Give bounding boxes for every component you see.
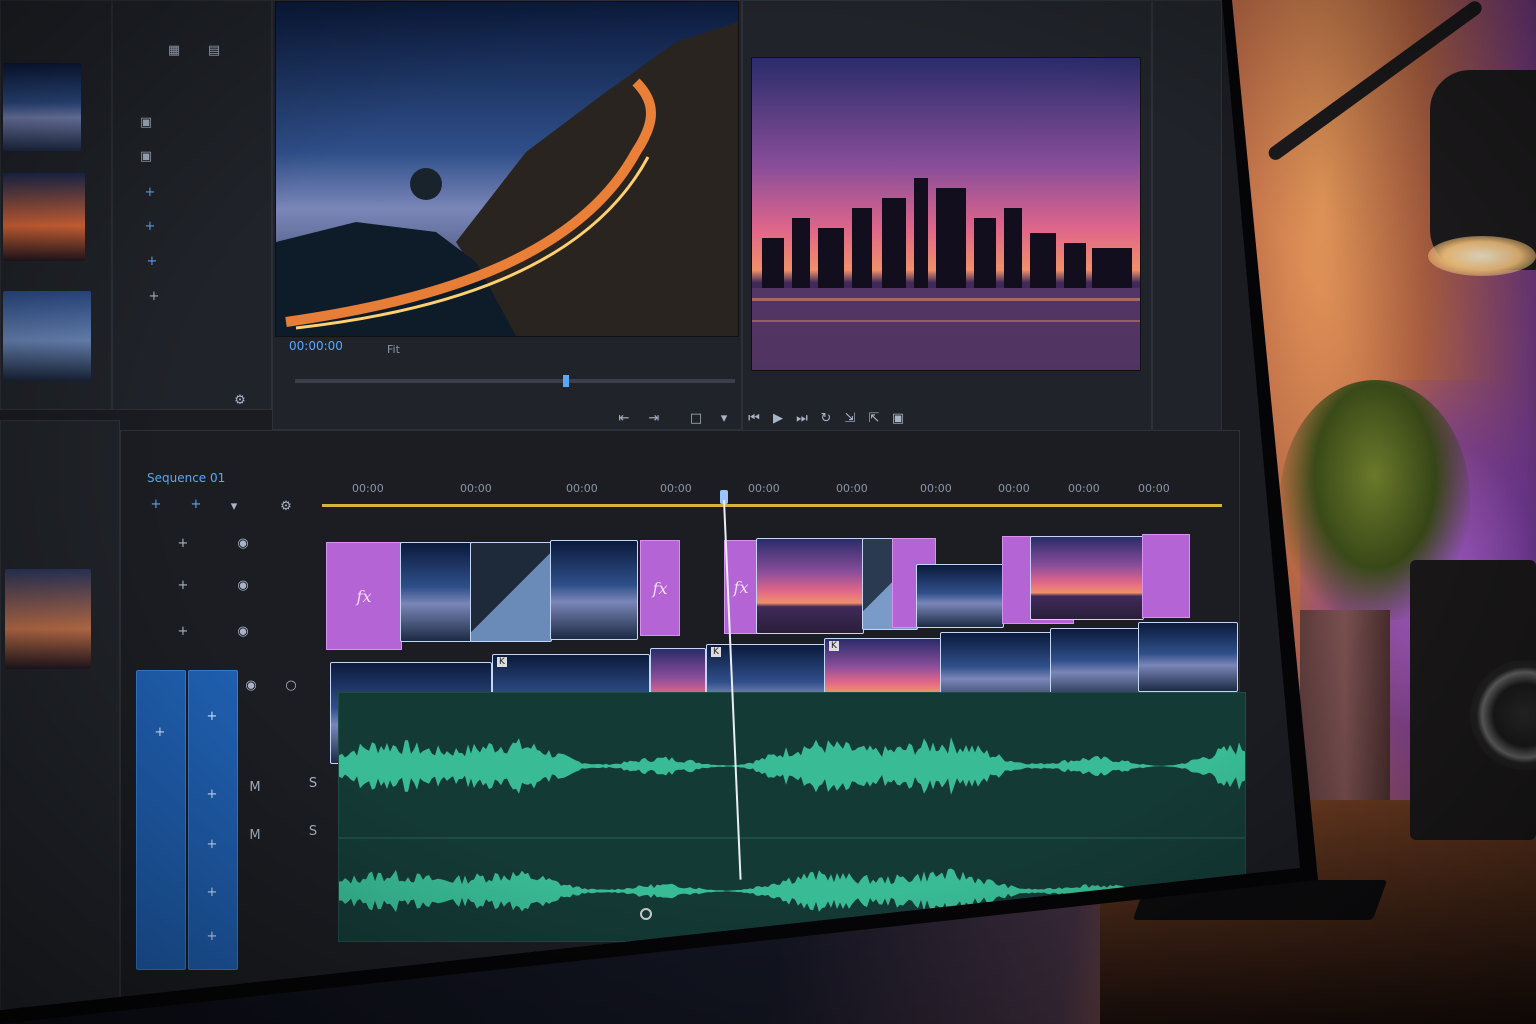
sequence-tab[interactable]: Sequence 01	[147, 471, 225, 485]
media-bin-panel	[0, 0, 112, 410]
ruler-tick: 00:00	[660, 482, 692, 495]
export-frame-icon[interactable]: ▣	[887, 409, 909, 429]
insert-icon[interactable]: ⇲	[839, 409, 861, 429]
track-visibility-icon[interactable]: ◉	[232, 534, 254, 554]
audio-track-header-a2[interactable]: + + + + +	[188, 670, 238, 970]
overwrite-icon[interactable]: ⇱	[863, 409, 885, 429]
media-thumbnail[interactable]	[3, 173, 85, 261]
track-add-icon[interactable]: +	[172, 622, 194, 642]
step-forward-icon[interactable]: ⏭	[791, 409, 813, 429]
city-skyline-image	[752, 178, 1140, 370]
keyframe-badge: K	[497, 657, 507, 667]
track-add-icon[interactable]: +	[172, 534, 194, 554]
media-thumbnail[interactable]	[3, 291, 91, 381]
effects-panel: ▦ ▤ ▣ ▣ + + + + ⚙	[112, 0, 272, 410]
timeline-settings-icon[interactable]: ⚙	[275, 497, 297, 517]
timeline-ruler[interactable]: 00:00 00:00 00:00 00:00 00:00 00:00 00:0…	[322, 480, 1222, 510]
audio-track-a1[interactable]	[338, 692, 1246, 838]
track-add-icon[interactable]: +	[201, 785, 223, 805]
work-area-bar[interactable]	[322, 504, 1222, 507]
track-sync-icon[interactable]: ○	[280, 676, 302, 696]
marker-icon[interactable]: ▾	[713, 409, 735, 429]
add-marker-icon[interactable]: ▾	[223, 497, 245, 517]
ruler-tick: 00:00	[1068, 482, 1100, 495]
mute-button[interactable]: M	[244, 826, 266, 846]
mark-out-icon[interactable]: ⇥	[643, 409, 665, 429]
source-timecode[interactable]: 00:00:00	[289, 339, 343, 353]
settings-icon[interactable]: ⚙	[229, 391, 251, 411]
add-effect-icon[interactable]: +	[143, 287, 165, 307]
monitor-bezel: ▦ ▤ ▣ ▣ + + + + ⚙ 00:00:00 Fit ⇤ ⇥ □ ▾ ⏮…	[0, 0, 1318, 1024]
source-scrubber-handle[interactable]	[563, 375, 569, 387]
video-clip[interactable]	[1138, 622, 1238, 692]
solo-button[interactable]: S	[302, 822, 324, 842]
ruler-tick: 00:00	[566, 482, 598, 495]
fx-clip[interactable]: fx	[326, 542, 402, 650]
mute-button[interactable]: M	[244, 778, 266, 798]
video-clip[interactable]	[916, 564, 1004, 628]
add-effect-icon[interactable]: +	[141, 252, 163, 272]
folder-icon[interactable]: ▣	[135, 147, 157, 167]
add-effect-icon[interactable]: +	[139, 217, 161, 237]
mark-in-icon[interactable]: ⇤	[613, 409, 635, 429]
folder-icon[interactable]: ▣	[135, 113, 157, 133]
add-effect-icon[interactable]: +	[139, 183, 161, 203]
play-icon[interactable]: ▶	[767, 409, 789, 429]
lamp-bulb	[1428, 236, 1536, 276]
ruler-tick: 00:00	[998, 482, 1030, 495]
ruler-tick: 00:00	[460, 482, 492, 495]
video-clip[interactable]	[400, 542, 472, 642]
media-thumbnail[interactable]	[3, 63, 81, 151]
stop-icon[interactable]: □	[685, 409, 707, 429]
ruler-tick: 00:00	[836, 482, 868, 495]
video-clip[interactable]	[756, 538, 864, 634]
video-clip[interactable]	[1030, 536, 1144, 620]
track-add-icon[interactable]: +	[201, 835, 223, 855]
track-add-icon[interactable]: +	[201, 883, 223, 903]
fx-clip[interactable]	[1142, 534, 1190, 618]
fx-clip[interactable]: fx	[640, 540, 680, 636]
step-back-icon[interactable]: ⏮	[743, 409, 765, 429]
coastal-road-image	[276, 22, 738, 336]
media-thumbnail[interactable]	[5, 569, 91, 669]
timeline-scroll-handle[interactable]	[640, 908, 652, 920]
zoom-select[interactable]: Fit	[387, 343, 400, 356]
editor-screen: ▦ ▤ ▣ ▣ + + + + ⚙ 00:00:00 Fit ⇤ ⇥ □ ▾ ⏮…	[0, 0, 1300, 1010]
source-monitor-panel: 00:00:00 Fit	[272, 0, 742, 430]
audio-track-header-a1[interactable]: +	[136, 670, 186, 970]
audio-waveform	[339, 737, 1245, 795]
loop-icon[interactable]: ↻	[815, 409, 837, 429]
track-add-icon[interactable]: +	[172, 576, 194, 596]
track-add-icon[interactable]: +	[149, 723, 171, 743]
keyframe-badge: K	[829, 641, 839, 651]
plant-pot	[1300, 610, 1390, 800]
list-view-icon[interactable]: ▤	[203, 41, 225, 61]
program-monitor-panel: ⇤ ⇥ □ ▾ ⏮ ▶ ⏭ ↻ ⇲ ⇱ ▣	[619, 0, 1152, 440]
video-clip[interactable]	[1050, 628, 1140, 700]
track-visibility-icon[interactable]: ◉	[240, 676, 262, 696]
track-visibility-icon[interactable]: ◉	[232, 622, 254, 642]
transition-clip[interactable]	[470, 542, 552, 642]
ruler-tick: 00:00	[920, 482, 952, 495]
track-add-icon[interactable]: +	[201, 707, 223, 727]
track-add-icon[interactable]: +	[201, 927, 223, 947]
track-visibility-icon[interactable]: ◉	[232, 576, 254, 596]
linked-selection-icon[interactable]: +	[185, 495, 207, 515]
snap-icon[interactable]: +	[145, 495, 167, 515]
grid-view-icon[interactable]: ▦	[163, 41, 185, 61]
program-preview[interactable]	[751, 57, 1141, 371]
source-scrubber[interactable]	[295, 379, 735, 383]
ruler-tick: 00:00	[352, 482, 384, 495]
ruler-tick: 00:00	[748, 482, 780, 495]
source-preview[interactable]	[275, 1, 739, 337]
properties-panel	[1152, 0, 1222, 440]
ruler-tick: 00:00	[1138, 482, 1170, 495]
solo-button[interactable]: S	[302, 774, 324, 794]
project-panel	[0, 420, 120, 1010]
keyframe-badge: K	[711, 647, 721, 657]
video-clip[interactable]	[550, 540, 638, 640]
